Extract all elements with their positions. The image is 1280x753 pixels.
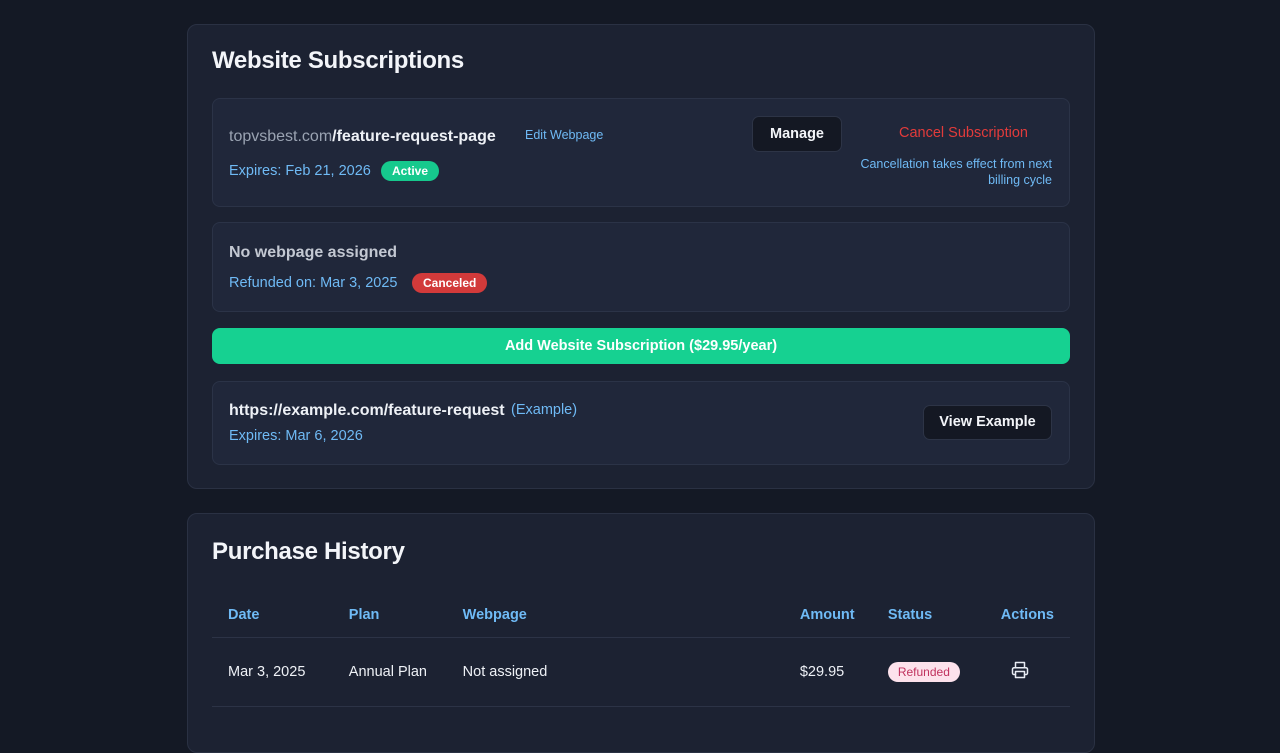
refunded-date: Refunded on: Mar 3, 2025 [229,275,398,291]
view-example-button[interactable]: View Example [923,405,1052,440]
subscription-url: topvsbest.com/feature-request-page [229,128,496,146]
subscription-item-active: topvsbest.com/feature-request-page Edit … [212,98,1070,207]
column-actions: Actions [984,594,1070,638]
cancellation-note: Cancellation takes effect from next bill… [860,157,1052,187]
column-plan: Plan [332,594,447,638]
subscription-expiry: Expires: Feb 21, 2026 [229,163,371,179]
row-status: Refunded [871,637,985,707]
status-badge-refunded: Refunded [887,661,960,682]
purchase-history-card: Purchase History Date Plan Webpage Amoun… [187,513,1095,753]
subscription-item-canceled: No webpage assigned Refunded on: Mar 3, … [212,222,1070,312]
example-expiry: Expires: Mar 6, 2026 [229,428,363,444]
column-status: Status [871,594,985,638]
website-subscriptions-card: Website Subscriptions topvsbest.com/feat… [187,24,1095,489]
column-webpage: Webpage [446,594,784,638]
column-amount: Amount [783,594,872,638]
edit-webpage-link[interactable]: Edit Webpage [525,128,603,142]
row-plan: Annual Plan [332,637,447,707]
row-amount: $29.95 [783,637,872,707]
subscription-domain: topvsbest.com [229,128,333,145]
table-row: Mar 3, 2025 Annual Plan Not assigned $29… [212,637,1070,707]
printer-icon[interactable] [1011,661,1029,679]
row-webpage: Not assigned [446,637,784,707]
purchase-history-title: Purchase History [212,538,405,565]
no-webpage-heading: No webpage assigned [229,244,398,261]
table-header-row: Date Plan Webpage Amount Status Actions [212,594,1070,638]
cancel-subscription-link[interactable]: Cancel Subscription [899,125,1028,141]
add-website-subscription-button[interactable]: Add Website Subscription ($29.95/year) [212,328,1070,364]
manage-button[interactable]: Manage [752,116,842,152]
example-subscription-item: https://example.com/feature-request (Exa… [212,381,1070,465]
row-actions [984,637,1070,707]
column-date: Date [212,594,333,638]
example-url: https://example.com/feature-request [229,402,505,419]
status-badge-active: Active [381,161,440,181]
row-date: Mar 3, 2025 [212,637,333,707]
subscriptions-title: Website Subscriptions [212,47,464,74]
status-badge-canceled: Canceled [412,273,488,293]
example-tag: (Example) [511,402,578,418]
purchase-history-table: Date Plan Webpage Amount Status Actions … [212,594,1070,707]
subscription-path: /feature-request-page [332,128,496,145]
